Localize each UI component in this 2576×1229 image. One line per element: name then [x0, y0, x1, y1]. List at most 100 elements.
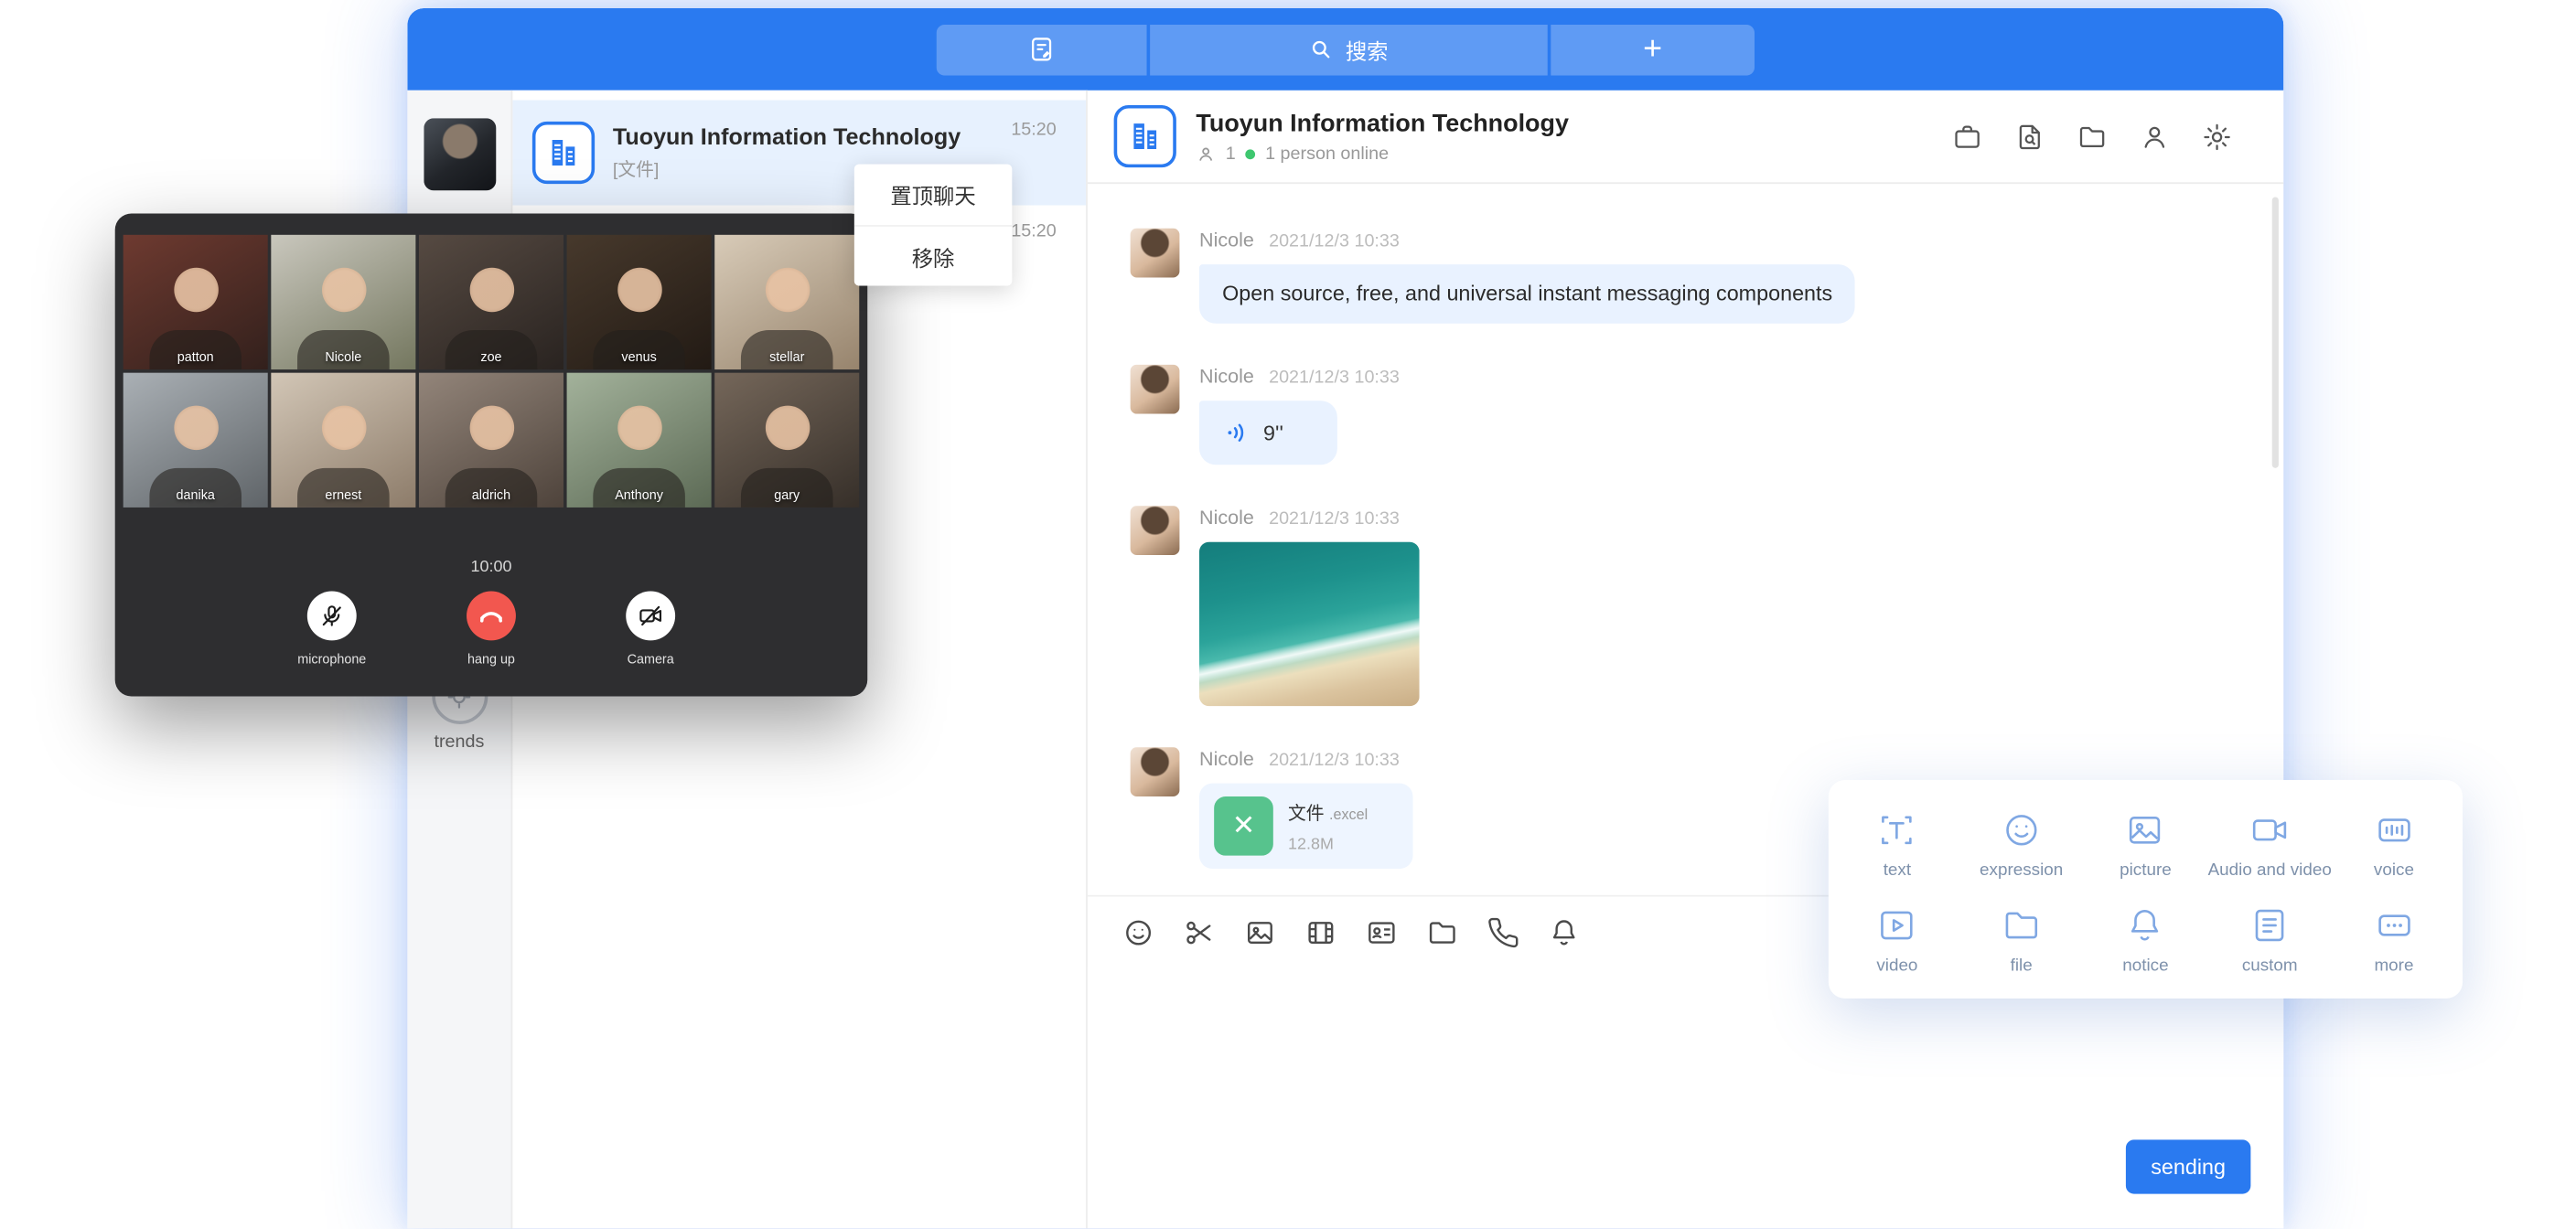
panel-item-notice[interactable]: notice [2084, 892, 2208, 989]
user-avatar[interactable] [423, 118, 495, 190]
mic-off-button[interactable] [307, 592, 357, 641]
contact-card-icon[interactable] [1365, 915, 1398, 948]
panel-item-text[interactable]: text [1835, 796, 1959, 892]
participant-name: Anthony [567, 487, 712, 502]
avatar[interactable] [1131, 229, 1180, 278]
panel-item-picture[interactable]: picture [2084, 796, 2208, 892]
menu-item-remove[interactable]: 移除 [854, 225, 1012, 285]
participant-tile: Anthony [567, 373, 712, 508]
microphone-control: microphone [281, 592, 382, 668]
expression-icon [2001, 809, 2042, 850]
hangup-icon [477, 601, 506, 630]
beach-photo-thumbnail[interactable] [1199, 542, 1420, 707]
custom-doc-icon [2249, 905, 2291, 946]
call-controls: microphone hang up Camera [115, 592, 868, 668]
participant-name: patton [123, 350, 268, 365]
microphone-label: microphone [297, 652, 366, 667]
online-text: 1 person online [1265, 144, 1389, 164]
member-icon[interactable] [2139, 121, 2170, 152]
avatar[interactable] [1131, 365, 1180, 414]
film-icon[interactable] [1304, 915, 1337, 948]
member-count: 1 [1226, 144, 1236, 164]
message-text: Nicole 2021/12/3 10:33 Open source, free… [1131, 229, 2245, 325]
scissors-icon[interactable] [1183, 915, 1216, 948]
avatar[interactable] [1131, 507, 1180, 556]
camera-control: Camera [600, 592, 702, 668]
search-input[interactable]: 搜索 [1150, 24, 1548, 75]
emoji-icon[interactable] [1122, 915, 1155, 948]
file-card[interactable]: ✕ 文件 .excel 12.8M [1199, 784, 1412, 869]
chat-header: Tuoyun Information Technology 1 1 person… [1088, 91, 2283, 184]
group-building-icon [1114, 105, 1176, 167]
chat-header-actions [1952, 121, 2233, 152]
sender-name: Nicole [1199, 365, 1254, 388]
panel-item-label: expression [1980, 860, 2063, 881]
participant-tile: ernest [271, 373, 415, 508]
avatar[interactable] [1131, 748, 1180, 797]
voice-bubble[interactable]: 9'' [1199, 401, 1337, 465]
trends-label: trends [434, 732, 484, 753]
menu-item-pin-chat[interactable]: 置顶聊天 [854, 165, 1012, 225]
panel-item-expression[interactable]: expression [1959, 796, 2084, 892]
add-button[interactable]: + [1551, 24, 1755, 75]
participant-tile: venus [567, 235, 712, 369]
message-type-panel: text expression picture Audio and video … [1829, 780, 2463, 999]
file-size: 12.8M [1288, 837, 1368, 855]
folder-icon[interactable] [2077, 121, 2108, 152]
panel-item-audio-video[interactable]: Audio and video [2207, 796, 2332, 892]
scrollbar-thumb[interactable] [2272, 198, 2279, 468]
file-folder-icon [2001, 905, 2042, 946]
excel-file-icon: ✕ [1214, 797, 1273, 857]
notice-bell-icon [2125, 905, 2166, 946]
participant-tile: patton [123, 235, 268, 369]
chat-meta: 1 1 person online [1196, 144, 1569, 164]
briefcase-icon[interactable] [1952, 121, 1983, 152]
image-icon[interactable] [1243, 915, 1276, 948]
bell-icon[interactable] [1548, 915, 1581, 948]
conversation-context-menu: 置顶聊天 移除 [854, 165, 1012, 286]
audio-video-icon [2249, 809, 2291, 850]
message-time: 2021/12/3 10:33 [1269, 231, 1400, 251]
text-icon [1876, 809, 1917, 850]
participant-tile: danika [123, 373, 268, 508]
voice-wave-icon [1222, 419, 1250, 447]
file-ext: .excel [1329, 807, 1368, 823]
contacts-button[interactable] [937, 24, 1147, 75]
participant-tile: zoe [419, 235, 564, 369]
participant-name: danika [123, 487, 268, 502]
panel-item-voice[interactable]: voice [2332, 796, 2456, 892]
panel-item-label: picture [2120, 860, 2172, 881]
hangup-label: hang up [467, 652, 515, 667]
camera-off-icon [638, 603, 664, 629]
conversation-time: 15:20 [1011, 221, 1056, 241]
doc-search-icon[interactable] [2014, 121, 2045, 152]
message-time: 2021/12/3 10:33 [1269, 751, 1400, 771]
panel-item-label: custom [2242, 956, 2298, 977]
participant-name: venus [567, 350, 712, 365]
message-input[interactable]: sending [1088, 967, 2283, 1229]
chat-title: Tuoyun Information Technology [1196, 109, 1569, 137]
message-voice: Nicole 2021/12/3 10:33 9'' [1131, 365, 2245, 465]
message-image: Nicole 2021/12/3 10:33 [1131, 507, 2245, 707]
panel-item-file[interactable]: file [1959, 892, 2084, 989]
panel-item-video[interactable]: video [1835, 892, 1959, 989]
send-button[interactable]: sending [2126, 1139, 2250, 1193]
panel-item-label: voice [2374, 860, 2414, 881]
participant-name: stellar [714, 350, 859, 365]
phone-icon[interactable] [1487, 915, 1519, 948]
participant-tile: gary [714, 373, 859, 508]
panel-item-label: video [1876, 956, 1917, 977]
hangup-button[interactable] [467, 592, 516, 641]
panel-item-label: Audio and video [2208, 860, 2332, 881]
members-icon [1196, 144, 1216, 164]
conversation-title: Tuoyun Information Technology [613, 123, 1011, 150]
panel-item-more[interactable]: more [2332, 892, 2456, 989]
participant-tile: stellar [714, 235, 859, 369]
more-icon [2374, 905, 2415, 946]
participant-name: zoe [419, 350, 564, 365]
folder-icon[interactable] [1426, 915, 1459, 948]
settings-icon[interactable] [2202, 121, 2233, 152]
panel-item-custom[interactable]: custom [2207, 892, 2332, 989]
camera-off-button[interactable] [626, 592, 675, 641]
panel-item-label: notice [2122, 956, 2168, 977]
